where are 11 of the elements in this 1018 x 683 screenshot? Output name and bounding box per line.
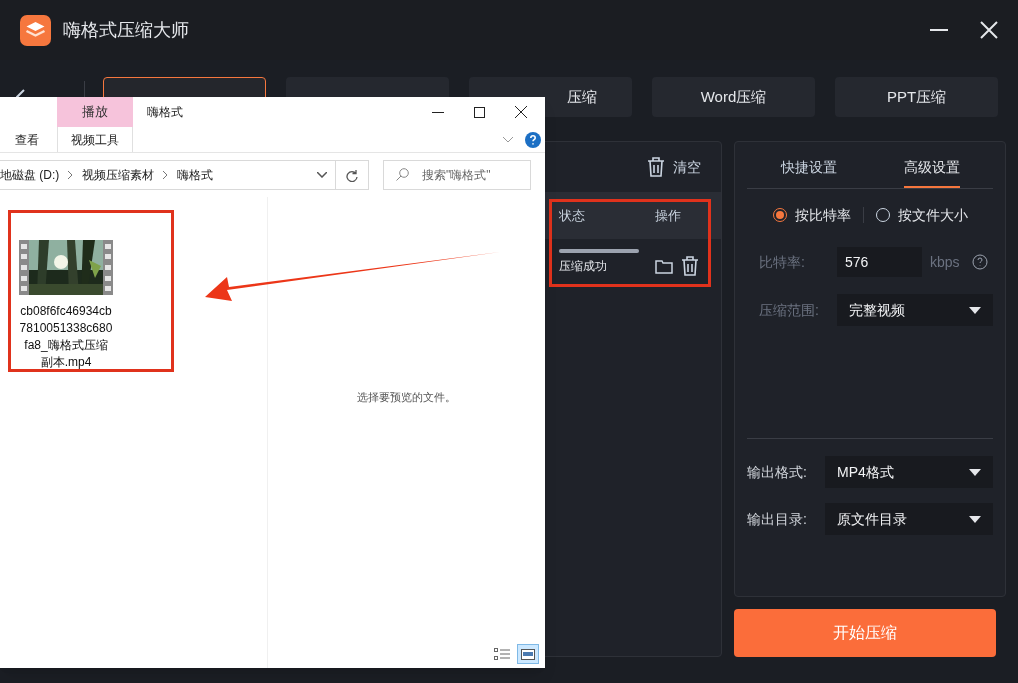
field-label: 输出格式: bbox=[747, 462, 808, 482]
status-text: 压缩成功 bbox=[559, 258, 608, 275]
field-label: 输出目录: bbox=[747, 509, 808, 529]
field-label: 压缩范围: bbox=[759, 300, 820, 320]
field-label: 比特率: bbox=[759, 252, 806, 272]
column-header: 操作 bbox=[655, 206, 681, 225]
preview-message: 选择要预览的文件。 bbox=[357, 390, 456, 406]
window-title: 嗨格式 bbox=[147, 104, 183, 121]
column-header: 状态 bbox=[559, 206, 586, 225]
unit-label: kbps bbox=[930, 252, 960, 272]
app-title: 嗨格式压缩大师 bbox=[63, 18, 189, 42]
